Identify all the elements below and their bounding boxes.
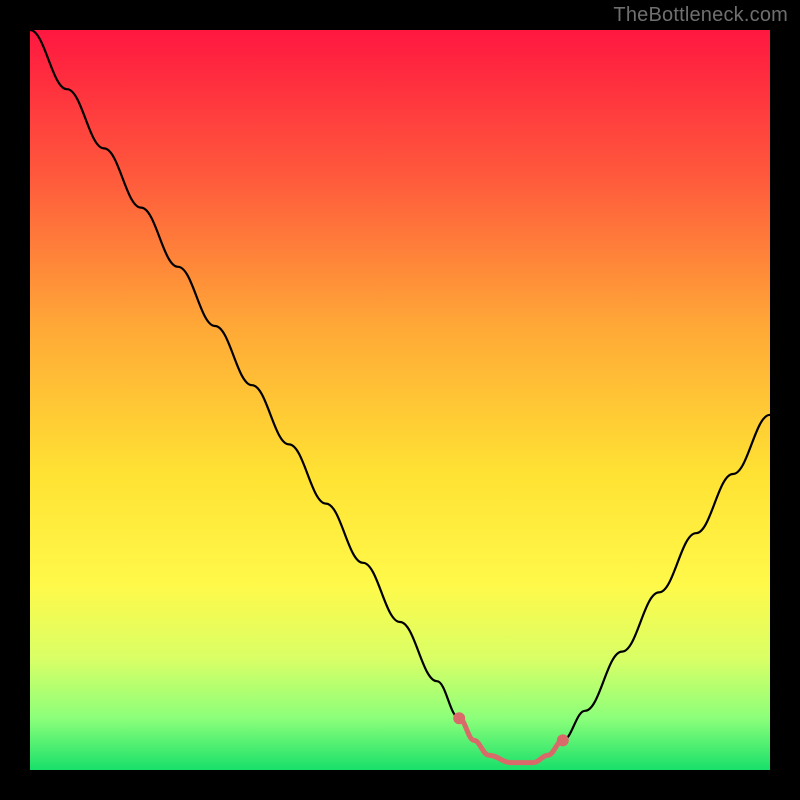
chart-plot-area bbox=[30, 30, 770, 770]
attribution-text: TheBottleneck.com bbox=[613, 4, 788, 27]
chart-overlay bbox=[30, 30, 770, 770]
bottleneck-curve bbox=[30, 30, 770, 763]
curve-marker bbox=[453, 712, 465, 724]
optimal-range-segment bbox=[459, 718, 563, 762]
curve-marker bbox=[557, 734, 569, 746]
